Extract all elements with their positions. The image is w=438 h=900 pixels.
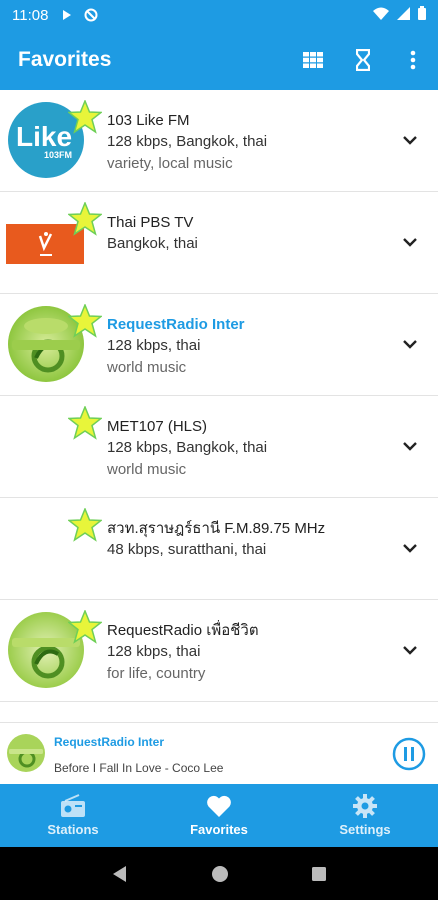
more-options-button[interactable] — [388, 35, 438, 85]
favorite-star-icon[interactable] — [68, 610, 102, 644]
svg-text:Like: Like — [16, 121, 72, 152]
station-name: RequestRadio เพื่อชีวิต — [107, 622, 259, 639]
grid-view-button[interactable] — [288, 35, 338, 85]
favorite-star-icon[interactable] — [68, 100, 102, 134]
station-row[interactable]: MET107 (HLS) 128 kbps, Bangkok, thai wor… — [0, 396, 438, 498]
favorite-star-icon[interactable] — [68, 202, 102, 236]
tab-stations[interactable]: Stations — [0, 784, 146, 847]
cell-signal-icon — [397, 6, 410, 24]
chevron-down-icon[interactable] — [398, 638, 422, 662]
page-title: Favorites — [18, 48, 112, 71]
station-name: Thai PBS TV — [107, 214, 194, 231]
play-status-icon — [60, 8, 74, 22]
station-name: MET107 (HLS) — [107, 418, 208, 435]
sleep-timer-button[interactable] — [338, 35, 388, 85]
station-detail: 48 kbps, suratthani, thai — [107, 541, 267, 558]
station-detail: 128 kbps, thai — [107, 337, 201, 354]
gear-icon — [353, 794, 377, 818]
station-detail: 128 kbps, Bangkok, thai — [107, 133, 268, 150]
back-icon[interactable] — [111, 865, 129, 883]
home-icon[interactable] — [211, 865, 229, 883]
battery-icon — [418, 6, 426, 24]
grid-icon — [303, 52, 323, 68]
chevron-down-icon[interactable] — [398, 128, 422, 152]
heart-icon — [207, 795, 231, 817]
station-genre: world music — [107, 461, 187, 478]
station-detail: 128 kbps, thai — [107, 643, 201, 660]
now-playing-bar[interactable]: RequestRadio Inter Before I Fall In Love… — [0, 722, 438, 784]
station-name: 103 Like FM — [107, 112, 190, 129]
chevron-down-icon[interactable] — [398, 536, 422, 560]
station-name: สวท.สุราษฎร์ธานี F.M.89.75 MHz — [107, 520, 326, 537]
hourglass-icon — [356, 49, 370, 71]
wifi-icon — [373, 7, 389, 24]
station-row[interactable]: RequestRadio Inter 128 kbps, thai world … — [0, 294, 438, 396]
pause-button[interactable] — [392, 737, 426, 771]
app-screen: 11:08 Favorites Like 103FM 103 Like FM 1… — [0, 0, 438, 900]
bottom-navigation: Stations Favorites Settings — [0, 784, 438, 847]
favorite-star-icon[interactable] — [68, 406, 102, 440]
requestradio-logo — [6, 733, 46, 773]
tab-label: Settings — [339, 822, 391, 837]
chevron-down-icon[interactable] — [398, 332, 422, 356]
tab-label: Stations — [47, 822, 99, 837]
svg-text:103FM: 103FM — [44, 150, 72, 160]
tab-settings[interactable]: Settings — [292, 784, 438, 847]
station-detail: 128 kbps, Bangkok, thai — [107, 439, 268, 456]
station-row[interactable]: Thai PBS TV Bangkok, thai — [0, 192, 438, 294]
status-bar: 11:08 — [0, 0, 438, 30]
app-bar: Favorites — [0, 30, 438, 90]
radio-icon — [61, 794, 85, 817]
chevron-down-icon[interactable] — [398, 434, 422, 458]
tab-label: Favorites — [190, 822, 248, 837]
system-navigation-bar — [0, 847, 438, 900]
favorite-star-icon[interactable] — [68, 508, 102, 542]
station-genre: variety, local music — [107, 155, 233, 172]
station-name: RequestRadio Inter — [107, 316, 245, 333]
station-row[interactable]: Like 103FM 103 Like FM 128 kbps, Bangkok… — [0, 90, 438, 192]
tab-favorites[interactable]: Favorites — [146, 784, 292, 847]
chevron-down-icon[interactable] — [398, 230, 422, 254]
station-genre: for life, country — [107, 665, 206, 682]
station-detail: Bangkok, thai — [107, 235, 198, 252]
now-playing-song: Before I Fall In Love - Coco Lee — [54, 761, 224, 775]
recents-icon[interactable] — [311, 866, 327, 882]
station-row[interactable]: สวท.สุราษฎร์ธานี F.M.89.75 MHz 48 kbps, … — [0, 498, 438, 600]
status-time: 11:08 — [12, 6, 49, 24]
station-genre: world music — [107, 359, 187, 376]
favorites-list: Like 103FM 103 Like FM 128 kbps, Bangkok… — [0, 90, 438, 720]
now-playing-station: RequestRadio Inter — [54, 735, 165, 749]
more-vert-icon — [410, 50, 416, 70]
data-saver-icon — [84, 8, 98, 22]
favorite-star-icon[interactable] — [68, 304, 102, 338]
station-row[interactable]: RequestRadio เพื่อชีวิต 128 kbps, thai f… — [0, 600, 438, 702]
